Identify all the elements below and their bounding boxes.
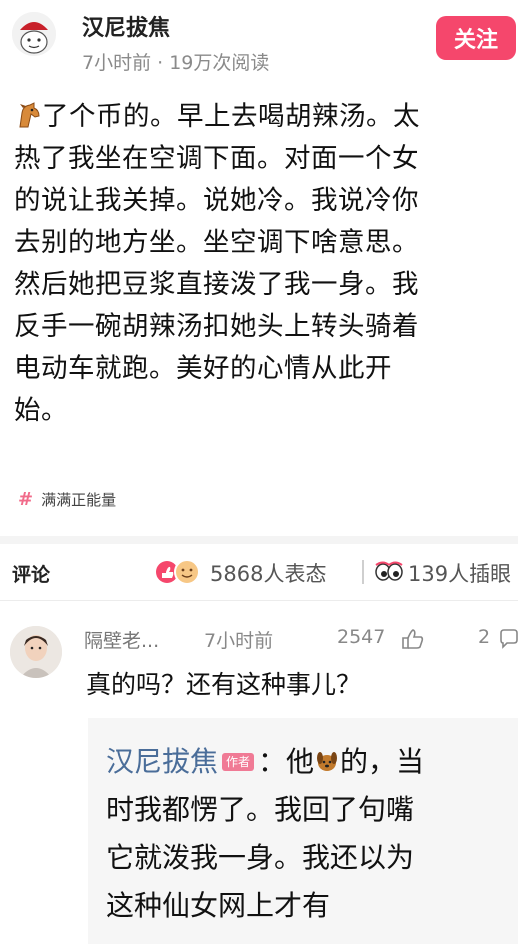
post-line: 的说让我关掉。说她冷。我说冷你 — [14, 185, 419, 216]
post-line: 反手一碗胡辣汤扣她头上转头骑着 — [14, 311, 419, 342]
topic-label: 满满正能量 — [41, 490, 117, 509]
comment-time: 7小时前 — [204, 630, 274, 652]
post-line: 然后她把豆浆直接泼了我一身。我 — [14, 269, 419, 300]
commenter-name[interactable]: 隔壁老... — [84, 626, 159, 653]
dog-emoji-icon — [314, 741, 340, 771]
reaction-icons[interactable] — [153, 558, 209, 586]
horse-emoji-icon — [14, 100, 42, 128]
comments-tab[interactable]: 评论 — [12, 560, 50, 587]
follow-button[interactable]: 关注 — [436, 16, 516, 60]
topic-tag[interactable]: # 满满正能量 — [18, 485, 116, 513]
illustration-count: 139人插眼 — [408, 562, 512, 586]
section-divider — [0, 536, 518, 544]
post-line: 始。 — [14, 395, 68, 426]
stats-separator — [362, 560, 364, 584]
post-body: 了个币的。早上去喝胡辣汤。太 热了我坐在空调下面。对面一个女 的说让我关掉。说她… — [14, 96, 514, 432]
reply-line: 它就泼我一身。我还以为 — [106, 841, 415, 874]
reply-line: 汉尼拔焦 作者 ：他 的，当 — [106, 738, 506, 786]
author-reply: 汉尼拔焦 作者 ：他 的，当 时我都愣了。我回了句嘴 它就泼我一身。我还以为 这种仙女… — [106, 738, 506, 930]
reply-line: 这种仙女网上才有 — [106, 889, 331, 922]
comment-like-count: 2547 — [337, 626, 386, 648]
post-line: 热了我坐在空调下面。对面一个女 — [14, 143, 419, 174]
eyes-icon[interactable] — [372, 560, 406, 584]
post-header: 汉尼拔焦 7小时前 · 19万次阅读 关注 — [0, 0, 518, 88]
post-meta: 7小时前 · 19万次阅读 — [82, 52, 270, 74]
comment-text: 真的吗？还有这种事儿？ — [86, 670, 362, 699]
reaction-count: 5868人表态 — [210, 562, 327, 586]
comment-stats-bar: 评论 5868人表态 139人插眼 — [0, 548, 518, 596]
reply-line: 时我都愣了。我回了句嘴 — [106, 793, 415, 826]
post-line: 了个币的。早上去喝胡辣汤。太 — [14, 96, 514, 138]
comment-reply-count: 2 — [478, 626, 491, 648]
reply-icon[interactable] — [498, 628, 518, 650]
commenter-avatar[interactable] — [10, 626, 62, 678]
author-name[interactable]: 汉尼拔焦 — [82, 10, 170, 42]
post-line: 电动车就跑。美好的心情从此开 — [14, 353, 392, 384]
like-icon[interactable] — [400, 628, 426, 650]
author-reply-box[interactable]: 汉尼拔焦 作者 ：他 的，当 时我都愣了。我回了句嘴 它就泼我一身。我还以为 这种仙女… — [88, 718, 518, 944]
reply-author-name[interactable]: 汉尼拔焦 — [106, 745, 218, 778]
author-avatar[interactable] — [12, 12, 56, 56]
divider-line — [0, 600, 518, 601]
author-badge: 作者 — [222, 753, 255, 771]
post-line: 去别的地方坐。坐空调下啥意思。 — [14, 227, 419, 258]
hash-icon: # — [18, 488, 34, 510]
